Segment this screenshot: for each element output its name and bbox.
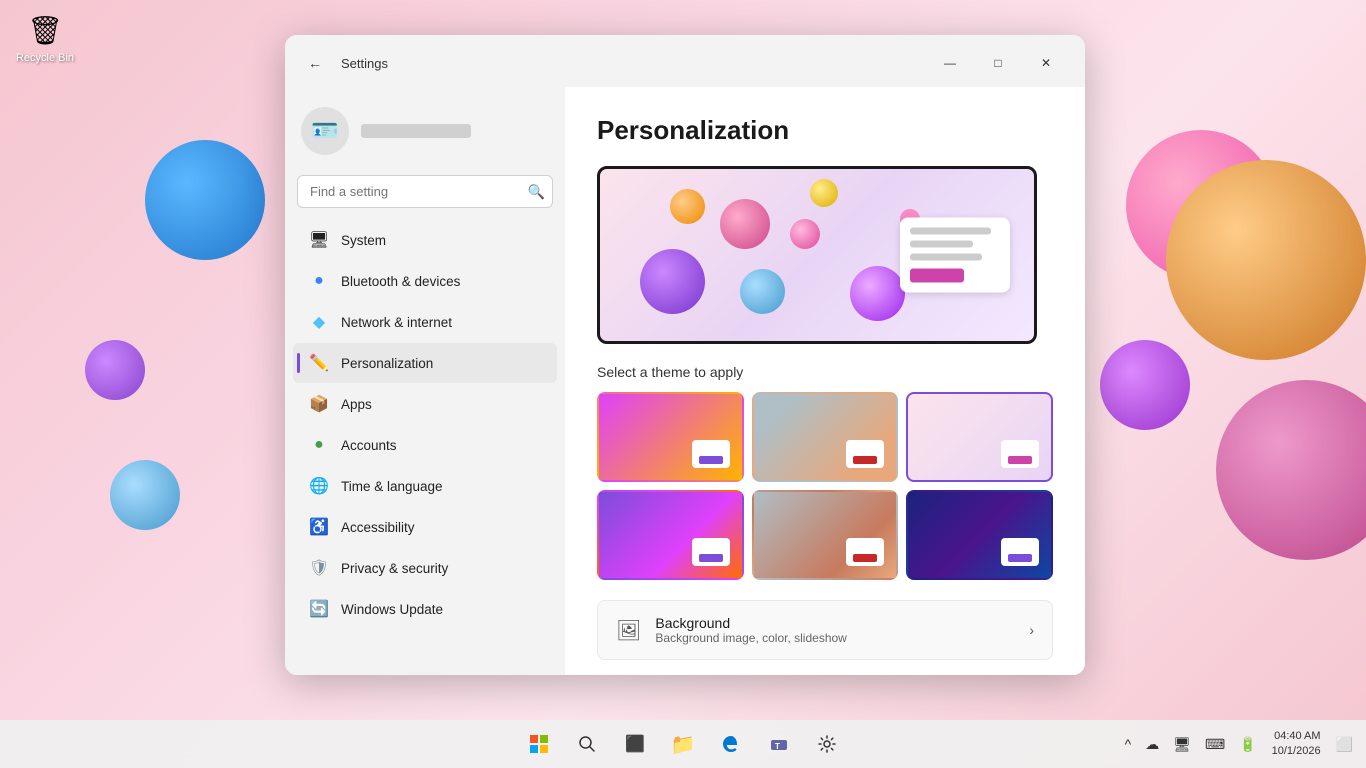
back-button[interactable]: ← [301,49,329,77]
window-controls: — □ ✕ [927,47,1069,79]
network-label: Network & internet [341,315,452,330]
background-icon: 🖼 [616,618,641,643]
time-icon: 🌐 [309,476,329,496]
search-box: 🔍 [297,175,553,208]
sidebar-item-system[interactable]: 🖥 System [293,220,557,260]
accessibility-label: Accessibility [341,520,415,535]
minimize-button[interactable]: — [927,47,973,79]
notification-icon[interactable]: ⬜ [1331,732,1358,757]
avatar: 🪪 [301,107,349,155]
sidebar-item-time[interactable]: 🌐 Time & language [293,466,557,506]
taskview-button[interactable]: ⬛ [613,722,657,766]
theme-card-2[interactable] [752,392,899,482]
background-title: Background [655,615,846,631]
clock-area[interactable]: 04:40 AM 10/1/2026 [1266,725,1327,764]
theme-card-4[interactable] [597,490,744,580]
sidebar-item-apps[interactable]: 📦 Apps [293,384,557,424]
sidebar: 🪪 🔍 🖥 System ● Bluetooth & d [285,87,565,675]
accessibility-icon: ♿ [309,517,329,537]
accounts-label: Accounts [341,438,397,453]
taskbar: ⬛ 📁 T ^ ☁ [0,720,1366,768]
privacy-icon: 🛡 [309,558,329,578]
themes-grid [597,392,1053,580]
system-icon: 🖥 [309,230,329,250]
personalization-label: Personalization [341,356,433,371]
recycle-bin-icon: 🗑 [25,10,65,50]
apps-label: Apps [341,397,372,412]
title-bar-left: ← Settings [301,49,388,77]
sidebar-item-network[interactable]: ◆ Network & internet [293,302,557,342]
onedrive-icon[interactable]: ☁ [1140,732,1164,757]
teams-button[interactable]: T [757,722,801,766]
files-button[interactable]: 📁 [661,722,705,766]
main-content: Personalization [565,87,1085,675]
edge-button[interactable] [709,722,753,766]
search-icon-button[interactable]: 🔍 [528,183,545,200]
search-input[interactable] [297,175,553,208]
background-row-text: Background Background image, color, slid… [655,615,846,645]
time-label: Time & language [341,479,443,494]
background-subtitle: Background image, color, slideshow [655,631,846,645]
system-label: System [341,233,386,248]
accounts-icon: ● [309,435,329,455]
network-icon: ◆ [309,312,329,332]
update-icon: 🔄 [309,599,329,619]
recycle-bin[interactable]: 🗑 Recycle Bin [10,10,80,64]
personalization-icon: ✏️ [309,353,329,373]
chevron-right-icon: › [1029,622,1034,638]
user-profile[interactable]: 🪪 [285,95,565,171]
sidebar-item-update[interactable]: 🔄 Windows Update [293,589,557,629]
maximize-button[interactable]: □ [975,47,1021,79]
taskbar-right: ^ ☁ 🖥 ⌨ 🔋 04:40 AM 10/1/2026 ⬜ [1120,725,1366,764]
bluetooth-icon: ● [309,271,329,291]
preview-card [900,218,1010,293]
start-button[interactable] [517,722,561,766]
clock-time: 04:40 AM [1272,729,1321,744]
update-label: Windows Update [341,602,443,617]
sidebar-item-personalization[interactable]: ✏️ Personalization [293,343,557,383]
sidebar-item-bluetooth[interactable]: ● Bluetooth & devices [293,261,557,301]
bluetooth-label: Bluetooth & devices [341,274,460,289]
settings-taskbar-button[interactable] [805,722,849,766]
theme-card-6[interactable] [906,490,1053,580]
recycle-bin-label: Recycle Bin [16,52,74,64]
select-theme-label: Select a theme to apply [597,364,1053,380]
background-row-left: 🖼 Background Background image, color, sl… [616,615,847,645]
theme-card-1[interactable] [597,392,744,482]
theme-preview [597,166,1037,344]
page-title: Personalization [597,115,1053,146]
background-setting-row[interactable]: 🖼 Background Background image, color, sl… [597,600,1053,660]
search-taskbar-button[interactable] [565,722,609,766]
theme-card-5[interactable] [752,490,899,580]
clock-date: 10/1/2026 [1272,744,1321,759]
language-icon[interactable]: ⌨ [1200,732,1230,757]
sidebar-nav: 🖥 System ● Bluetooth & devices ◆ Network… [285,220,565,629]
privacy-label: Privacy & security [341,561,448,576]
apps-icon: 📦 [309,394,329,414]
svg-text:T: T [775,742,780,751]
title-bar: ← Settings — □ ✕ [285,35,1085,87]
desktop: 🗑 Recycle Bin ← Settings — □ ✕ 🪪 [0,0,1366,768]
window-title: Settings [341,56,388,71]
display-icon[interactable]: 🖥 [1168,732,1196,757]
theme-card-3[interactable] [906,392,1053,482]
user-name-placeholder [361,124,471,138]
taskbar-center: ⬛ 📁 T [517,722,849,766]
settings-window: ← Settings — □ ✕ 🪪 🔍 [285,35,1085,675]
sidebar-item-accounts[interactable]: ● Accounts [293,425,557,465]
settings-body: 🪪 🔍 🖥 System ● Bluetooth & d [285,87,1085,675]
battery-icon[interactable]: 🔋 [1234,732,1261,757]
tray-chevron[interactable]: ^ [1120,732,1137,756]
close-button[interactable]: ✕ [1023,47,1069,79]
sidebar-item-accessibility[interactable]: ♿ Accessibility [293,507,557,547]
sidebar-item-privacy[interactable]: 🛡 Privacy & security [293,548,557,588]
